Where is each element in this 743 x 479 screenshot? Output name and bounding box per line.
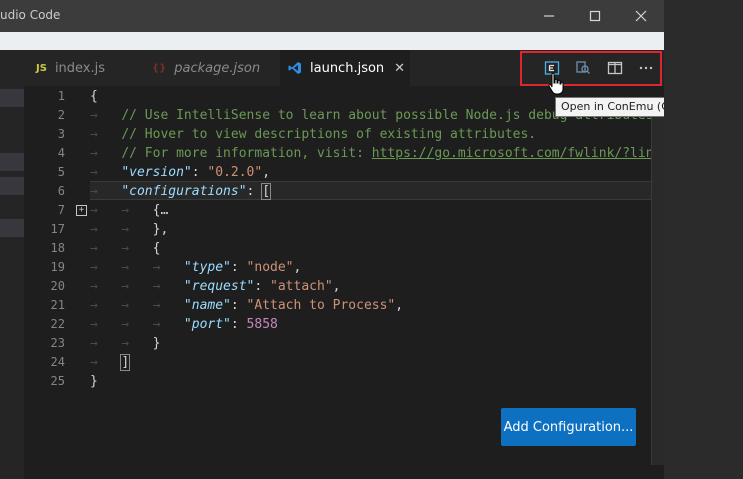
line-number: 7 [57, 203, 65, 217]
line-number: 1 [57, 89, 65, 103]
line-number: 21 [50, 298, 65, 312]
window-title: udio Code [0, 8, 61, 22]
sidebar-row[interactable] [0, 89, 24, 107]
hand-cursor-icon [548, 72, 564, 95]
code-line: { [90, 89, 98, 104]
code-line: → → {… [90, 203, 169, 218]
line-number: 22 [50, 317, 65, 331]
code-line: → → } [90, 336, 161, 351]
desktop-background [664, 0, 743, 479]
code-line: → → → "type": "node", [90, 260, 302, 275]
code-line: } [90, 374, 98, 389]
close-tab-icon[interactable]: ✕ [394, 61, 405, 76]
js-file-icon: JS [36, 62, 47, 74]
code-line: → // Hover to view descriptions of exist… [90, 127, 537, 142]
line-number: 5 [57, 165, 65, 179]
maximize-button[interactable] [572, 0, 618, 32]
close-button[interactable] [618, 0, 664, 32]
fwlink-link[interactable]: https://go.microsoft.com/fwlink/?linkid=… [372, 146, 664, 161]
tab-launch-json[interactable]: launch.json ✕ [280, 50, 410, 86]
json-file-icon: {} [152, 62, 167, 74]
code-line: → → → "port": 5858 [90, 317, 278, 332]
line-number: 20 [50, 279, 65, 293]
tab-label: index.js [54, 60, 106, 76]
line-number: 2 [57, 108, 65, 122]
highlight-box [520, 51, 662, 86]
code-line: → "configurations": [ [90, 183, 272, 200]
tab-label: package.json [174, 60, 261, 76]
menu-strip [0, 32, 664, 50]
minimize-button[interactable] [526, 0, 572, 32]
line-number: 3 [57, 127, 65, 141]
code-line: → → → "name": "Attach to Process", [90, 298, 404, 313]
line-number: 25 [50, 374, 65, 388]
tab-package-json[interactable]: {} package.json [148, 50, 282, 86]
code-line: → → { [90, 241, 161, 256]
line-number: 19 [50, 260, 65, 274]
minimize-icon [544, 15, 554, 17]
code-line: → ] [90, 354, 131, 371]
line-number: 24 [50, 355, 65, 369]
add-configuration-button[interactable]: Add Configuration... [501, 408, 636, 446]
close-icon [635, 10, 647, 22]
fold-expand-icon[interactable]: + [76, 205, 87, 216]
sidebar-row[interactable] [0, 219, 24, 237]
code-line: → → → "request": "attach", [90, 279, 341, 294]
line-number: 4 [57, 146, 65, 160]
tab-index-js[interactable]: JS index.js [32, 50, 148, 86]
line-number: 23 [50, 336, 65, 350]
line-number: 6 [57, 184, 65, 198]
code-line: → // For more information, visit: https:… [90, 144, 664, 163]
sidebar-row[interactable] [0, 177, 24, 195]
title-bar: udio Code [0, 0, 664, 32]
vertical-scrollbar[interactable] [651, 110, 664, 465]
line-number: 18 [50, 241, 65, 255]
sidebar [0, 50, 24, 479]
maximize-icon [589, 10, 601, 22]
line-number: 17 [50, 222, 65, 236]
tab-label: launch.json [310, 60, 385, 76]
code-line: → → }, [90, 222, 169, 237]
sidebar-row[interactable] [0, 153, 24, 171]
code-line: → "version": "0.2.0", [90, 165, 271, 180]
vscode-icon [288, 62, 301, 74]
